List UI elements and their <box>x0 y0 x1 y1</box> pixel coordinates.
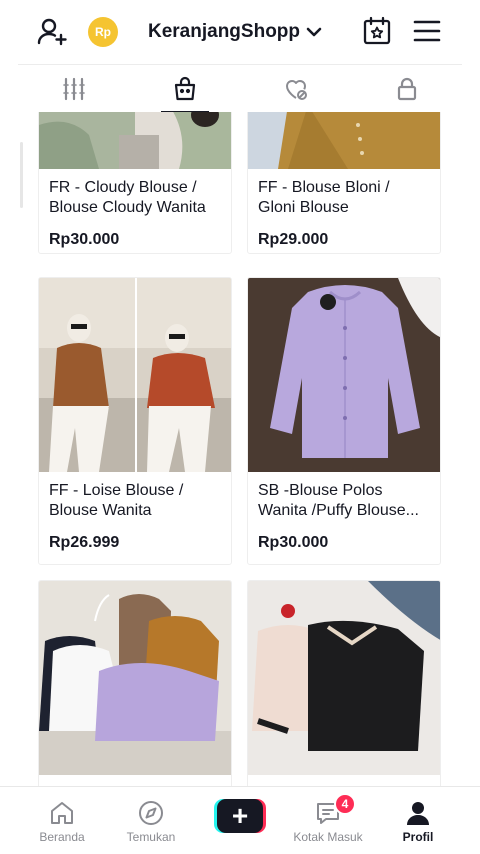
product-card[interactable]: SB -Blouse Polos Wanita /Puffy Blouse...… <box>247 277 441 565</box>
coin-icon[interactable]: Rp <box>88 17 118 47</box>
product-card[interactable]: FR - Cloudy Blouse / Blouse Cloudy Wanit… <box>38 112 232 254</box>
product-price: Rp26.999 <box>49 534 120 551</box>
nav-label: Temukan <box>126 830 176 844</box>
product-card[interactable] <box>247 580 441 786</box>
nav-discover[interactable]: Temukan <box>103 787 199 854</box>
calendar-icon[interactable] <box>362 16 392 46</box>
home-icon <box>51 802 73 824</box>
bottom-nav: Beranda Temukan + Kotak Masuk 4 Profil <box>0 786 480 854</box>
plus-icon: + <box>217 799 263 833</box>
product-card[interactable]: FF - Blouse Bloni / Gloni Blouse Rp29.00… <box>247 112 441 254</box>
account-name: KeranjangShopp <box>148 21 301 42</box>
product-title: SB -Blouse Polos Wanita /Puffy Blouse... <box>258 482 419 519</box>
product-image <box>248 278 440 472</box>
product-title <box>248 775 440 786</box>
product-title: FR - Cloudy Blouse / Blouse Cloudy Wanit… <box>49 179 206 216</box>
product-image <box>248 112 440 169</box>
product-title: FF - Blouse Bloni / Gloni Blouse <box>258 179 390 216</box>
scroll-indicator <box>20 142 23 208</box>
tab-liked[interactable] <box>240 65 351 113</box>
nav-label: Profil <box>402 830 434 844</box>
product-image <box>39 112 231 169</box>
product-image <box>39 278 231 472</box>
product-price: Rp30.000 <box>49 231 120 248</box>
tab-videos[interactable] <box>18 65 129 113</box>
tab-shop[interactable] <box>129 65 240 113</box>
product-card[interactable]: FF - Loise Blouse / Blouse Wanita Rp26.9… <box>38 277 232 565</box>
create-button[interactable]: + <box>214 799 266 833</box>
product-image <box>248 581 440 775</box>
product-price: Rp29.000 <box>258 231 329 248</box>
chevron-down-icon <box>306 27 322 37</box>
product-image <box>39 581 231 775</box>
lock-icon <box>397 77 416 101</box>
add-user-icon[interactable] <box>36 16 68 48</box>
product-price: Rp30.000 <box>258 534 329 551</box>
nav-home[interactable]: Beranda <box>14 787 110 854</box>
product-card[interactable] <box>38 580 232 786</box>
profile-tabs <box>18 64 462 113</box>
profile-icon <box>407 802 429 825</box>
product-grid: FR - Cloudy Blouse / Blouse Cloudy Wanit… <box>0 112 480 786</box>
profile-header: Rp KeranjangShopp <box>0 0 480 64</box>
grid-icon <box>62 77 85 101</box>
menu-icon[interactable] <box>412 18 442 44</box>
nav-label: Beranda <box>39 830 85 844</box>
nav-inbox[interactable]: Kotak Masuk <box>280 787 376 854</box>
nav-label: Kotak Masuk <box>293 830 363 844</box>
inbox-badge: 4 <box>334 793 356 815</box>
compass-icon <box>139 801 163 825</box>
tab-private[interactable] <box>351 65 462 113</box>
liked-hidden-icon <box>285 80 307 100</box>
product-title: FF - Loise Blouse / Blouse Wanita <box>49 482 184 519</box>
account-switcher[interactable]: KeranjangShopp <box>148 18 324 46</box>
product-title <box>39 775 231 786</box>
shopping-bag-icon <box>174 76 195 101</box>
nav-profile[interactable]: Profil <box>370 787 466 854</box>
